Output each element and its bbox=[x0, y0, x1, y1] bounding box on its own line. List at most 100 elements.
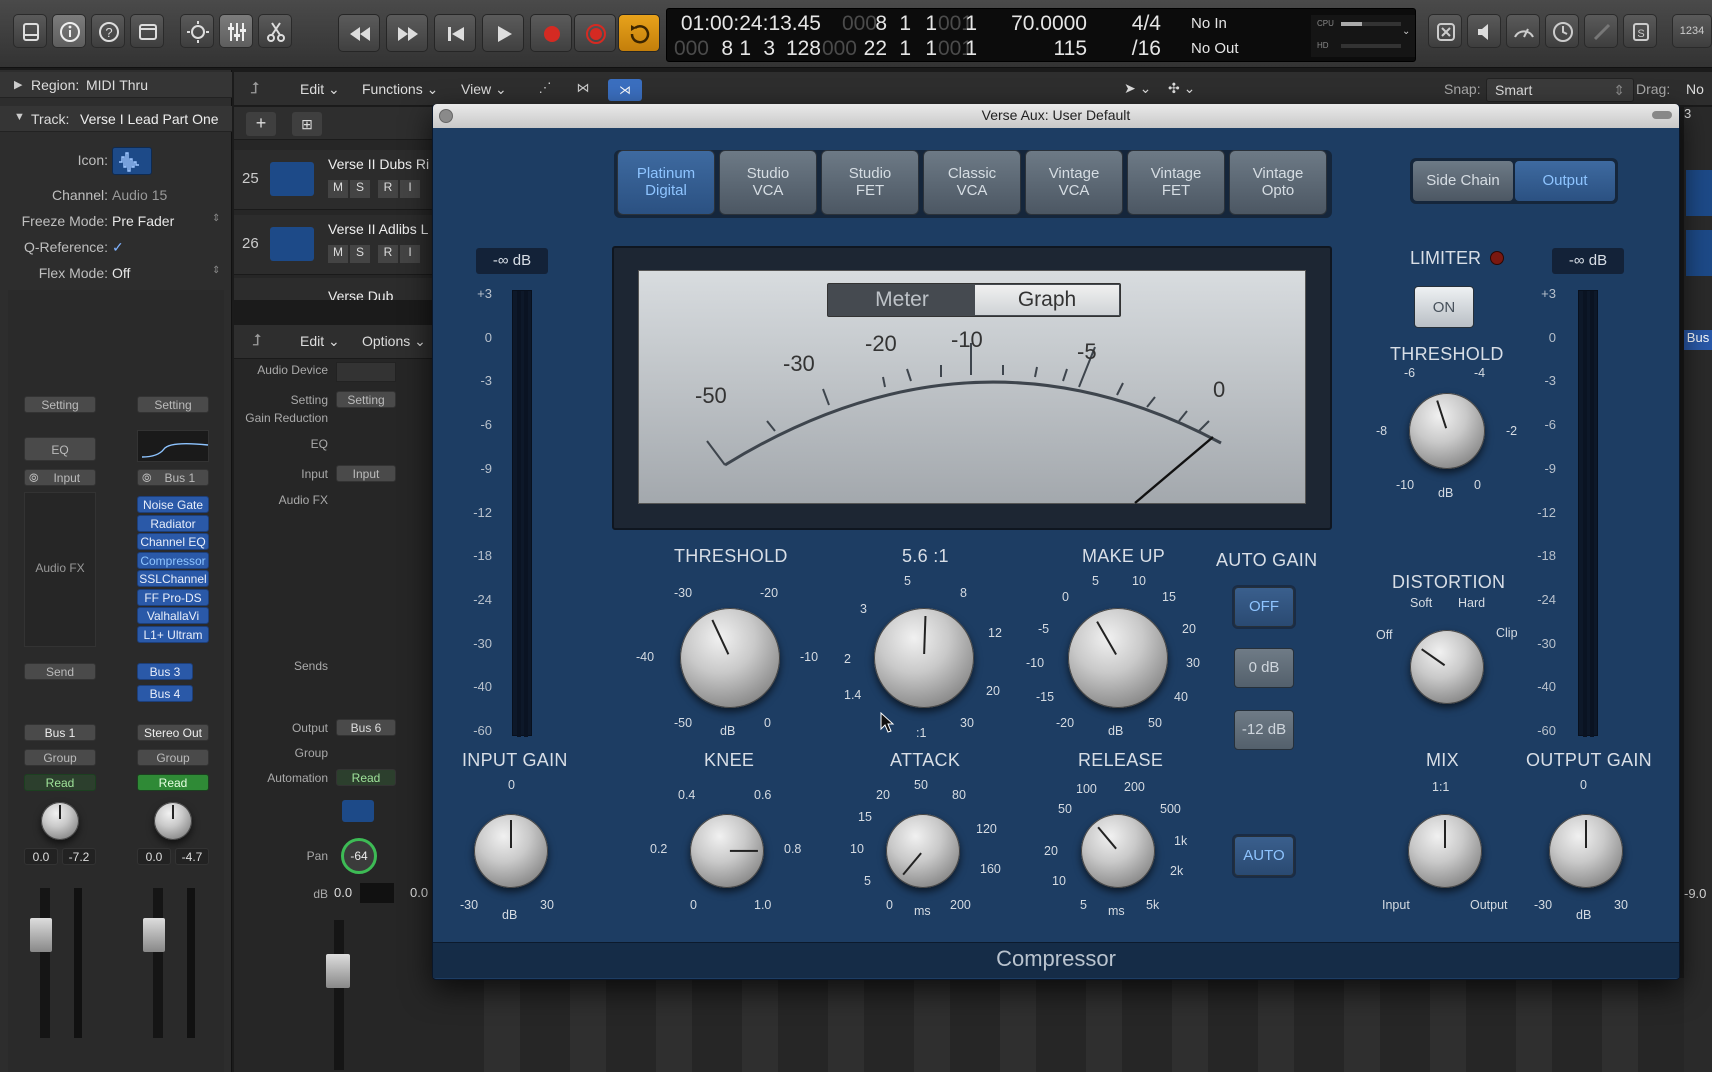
strip2-pan-knob[interactable] bbox=[154, 802, 192, 840]
solo-button[interactable]: S bbox=[350, 180, 370, 198]
track-row[interactable]: Verse Dub bbox=[234, 278, 434, 300]
tracks-menu-functions[interactable]: Functions ⌄ bbox=[362, 81, 438, 98]
track-icon[interactable] bbox=[112, 147, 152, 175]
mute-button[interactable]: M bbox=[328, 180, 348, 198]
right-strip-bus[interactable]: Bus bbox=[1684, 330, 1712, 350]
toolbar-button[interactable] bbox=[130, 14, 164, 48]
plugin-slot-noise-gate[interactable]: Noise Gate bbox=[137, 496, 209, 513]
plugin-slot-channel-eq[interactable]: Channel EQ bbox=[137, 533, 209, 550]
metronome-button[interactable] bbox=[1545, 14, 1579, 48]
snap-tool-icon[interactable]: ⋊ bbox=[608, 79, 642, 101]
track-row[interactable]: 26 Verse II Adlibs L M S R I bbox=[234, 215, 434, 275]
auto-gain-0db-button[interactable]: 0 dB bbox=[1234, 648, 1294, 688]
audio-device-slot[interactable] bbox=[336, 362, 396, 382]
track-header[interactable]: ▼ Track: Verse I Lead Part One bbox=[0, 106, 232, 132]
strip1-input[interactable]: ⦾ Input bbox=[24, 469, 96, 486]
mixer-setting[interactable]: Setting bbox=[336, 391, 396, 408]
library-button[interactable] bbox=[13, 14, 47, 48]
side-chain-button[interactable]: Side Chain bbox=[1413, 161, 1513, 201]
strip2-send-bus4[interactable]: Bus 4 bbox=[137, 685, 193, 702]
track-row[interactable]: 25 Verse II Dubs Ri M S R I bbox=[234, 150, 434, 210]
secondary-tool-icon[interactable]: ✣ ⌄ bbox=[1168, 80, 1195, 97]
strip1-volume[interactable]: 0.0 bbox=[24, 848, 58, 865]
mixer-button[interactable] bbox=[219, 14, 253, 48]
limiter-on-button[interactable]: ON bbox=[1414, 286, 1474, 328]
inspector-button[interactable] bbox=[52, 14, 86, 48]
strip2-eq-thumbnail[interactable] bbox=[137, 430, 209, 462]
record-enable-button[interactable]: R bbox=[378, 180, 398, 198]
region-header[interactable]: ▶ Region: MIDI Thru bbox=[0, 72, 232, 98]
record-enable-button[interactable]: R bbox=[378, 245, 398, 263]
mixer-menu-options[interactable]: Options ⌄ bbox=[362, 333, 426, 350]
lcd-display[interactable]: 01:00:24:13.45 000 8 1 1 001 1 000 8 1 3… bbox=[666, 8, 1416, 62]
cycle-button[interactable] bbox=[618, 14, 660, 52]
plugin-slot-ff-pro-ds[interactable]: FF Pro-DS bbox=[137, 589, 209, 606]
score-button[interactable]: S bbox=[1623, 14, 1657, 48]
knee-knob[interactable] bbox=[690, 814, 764, 888]
low-latency-button[interactable] bbox=[1428, 14, 1462, 48]
strip2-setting[interactable]: Setting bbox=[137, 396, 209, 413]
pencil-button[interactable] bbox=[1584, 14, 1618, 48]
plugin-slot-radiator[interactable]: Radiator bbox=[137, 515, 209, 532]
strip2-volume[interactable]: 0.0 bbox=[137, 848, 171, 865]
strip1-send[interactable]: Send bbox=[24, 663, 96, 680]
plugin-slot-valhalla[interactable]: ValhallaVi bbox=[137, 607, 209, 624]
attack-knob[interactable] bbox=[886, 814, 960, 888]
lcd-dropdown-icon[interactable]: ⌄ bbox=[1402, 26, 1410, 37]
mixer-pan-knob[interactable]: -64 bbox=[341, 838, 377, 874]
count-in-button[interactable] bbox=[1467, 14, 1501, 48]
back-arrow-icon[interactable]: ⮥ bbox=[250, 80, 259, 98]
preset-vintage-vca[interactable]: Vintage VCA bbox=[1025, 150, 1123, 215]
mute-button[interactable]: M bbox=[328, 245, 348, 263]
rewind-button[interactable] bbox=[338, 14, 380, 52]
preset-studio-vca[interactable]: Studio VCA bbox=[719, 150, 817, 215]
preset-platinum-digital[interactable]: Platinum Digital bbox=[617, 150, 715, 215]
auto-gain-minus12-button[interactable]: -12 dB bbox=[1234, 710, 1294, 750]
back-arrow-icon[interactable]: ⮥ bbox=[252, 332, 261, 350]
strip1-pan-knob[interactable] bbox=[41, 802, 79, 840]
tracks-menu-edit[interactable]: Edit ⌄ bbox=[300, 81, 340, 98]
input-monitor-button[interactable]: I bbox=[400, 245, 420, 263]
plugin-slot-l1-ultra[interactable]: L1+ Ultram bbox=[137, 626, 209, 643]
strip2-output[interactable]: Stereo Out bbox=[137, 724, 209, 741]
mix-knob[interactable] bbox=[1408, 814, 1482, 888]
smart-controls-button[interactable] bbox=[180, 14, 214, 48]
strip1-eq[interactable]: EQ bbox=[24, 437, 96, 461]
input-gain-knob[interactable] bbox=[474, 814, 548, 888]
user-counter[interactable]: 1234 bbox=[1672, 14, 1712, 48]
input-monitor-button[interactable]: I bbox=[400, 180, 420, 198]
strip1-audio-fx[interactable]: Audio FX bbox=[24, 492, 96, 647]
strip2-automation[interactable]: Read bbox=[137, 774, 209, 791]
quick-help-button[interactable]: ? bbox=[91, 14, 125, 48]
strip2-send-bus3[interactable]: Bus 3 bbox=[137, 663, 193, 680]
replace-record-button[interactable] bbox=[574, 14, 616, 52]
snap-select[interactable]: Smart ⇕ bbox=[1486, 78, 1634, 102]
play-button[interactable] bbox=[482, 14, 524, 52]
ratio-knob[interactable] bbox=[874, 608, 974, 708]
mixer-menu-edit[interactable]: Edit ⌄ bbox=[300, 333, 340, 350]
auto-gain-off-button[interactable]: OFF bbox=[1234, 587, 1294, 627]
strip2-group[interactable]: Group bbox=[137, 749, 209, 766]
go-to-start-button[interactable] bbox=[434, 14, 476, 52]
minimize-button[interactable] bbox=[1652, 111, 1672, 119]
strip1-group[interactable]: Group bbox=[24, 749, 96, 766]
solo-button[interactable]: S bbox=[350, 245, 370, 263]
preset-studio-fet[interactable]: Studio FET bbox=[821, 150, 919, 215]
duplicate-track-button[interactable]: ⊞ bbox=[292, 112, 322, 136]
threshold-knob[interactable] bbox=[680, 608, 780, 708]
record-button[interactable] bbox=[530, 14, 572, 52]
catch-icon[interactable]: ⋰ bbox=[530, 80, 560, 100]
preset-classic-vca[interactable]: Classic VCA bbox=[923, 150, 1021, 215]
release-knob[interactable] bbox=[1081, 814, 1155, 888]
tracks-menu-view[interactable]: View ⌄ bbox=[461, 81, 507, 98]
flex-icon[interactable]: ⋈ bbox=[568, 80, 598, 100]
strip1-automation[interactable]: Read bbox=[24, 774, 96, 791]
mixer-input[interactable]: Input bbox=[336, 465, 396, 482]
forward-button[interactable] bbox=[386, 14, 428, 52]
strip1-output[interactable]: Bus 1 bbox=[24, 724, 96, 741]
plugin-slot-compressor[interactable]: Compressor bbox=[137, 552, 209, 569]
plugin-slot-sslchannel[interactable]: SSLChannel bbox=[137, 570, 209, 587]
output-gain-knob[interactable] bbox=[1549, 814, 1623, 888]
auto-release-button[interactable]: AUTO bbox=[1234, 836, 1294, 876]
preset-vintage-opto[interactable]: Vintage Opto bbox=[1229, 150, 1327, 215]
